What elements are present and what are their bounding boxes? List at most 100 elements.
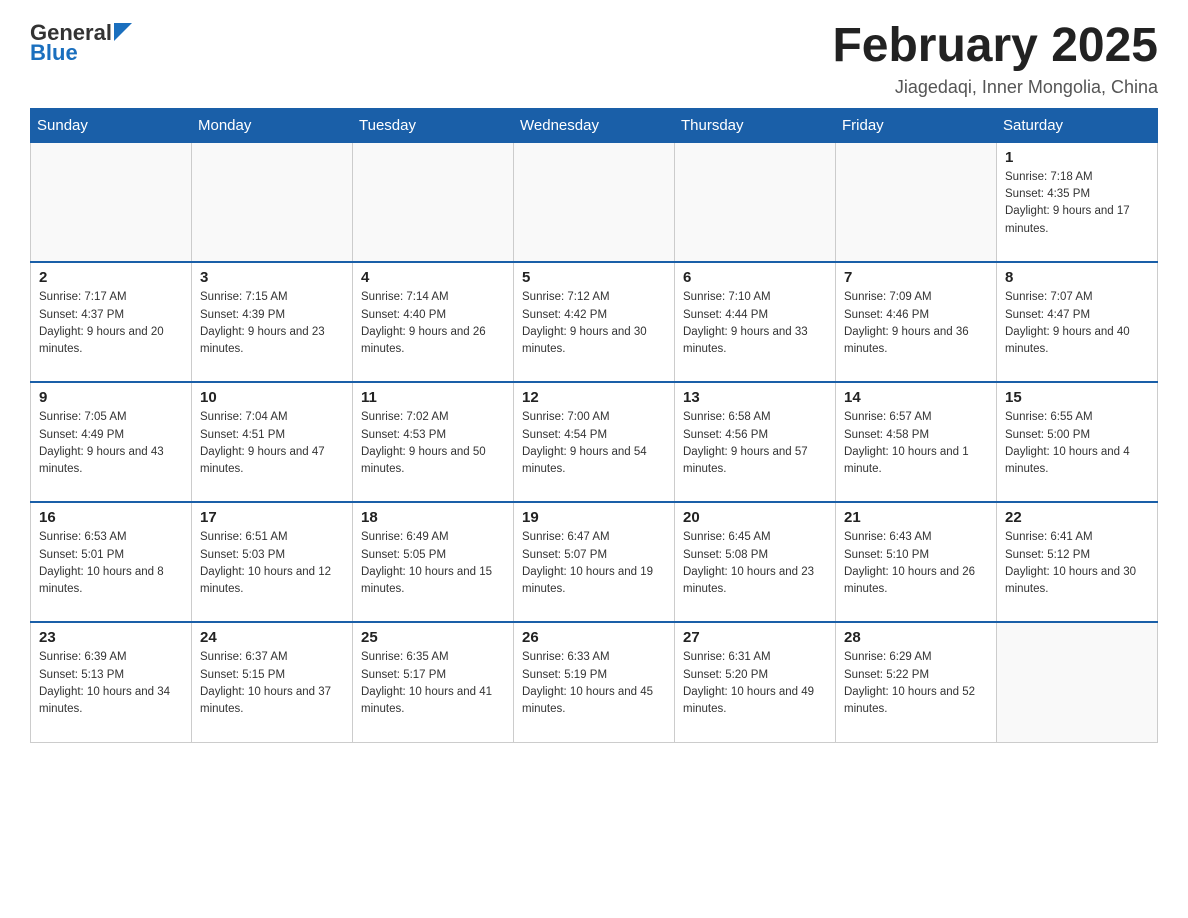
calendar-week-row-1: 2 Sunrise: 7:17 AMSunset: 4:37 PMDaylight…	[31, 262, 1158, 382]
calendar-cell: 27 Sunrise: 6:31 AMSunset: 5:20 PMDayligh…	[675, 622, 836, 742]
day-info: Sunrise: 7:18 AMSunset: 4:35 PMDaylight:…	[1005, 169, 1149, 238]
day-number: 20	[683, 509, 827, 526]
calendar-week-row-2: 9 Sunrise: 7:05 AMSunset: 4:49 PMDaylight…	[31, 382, 1158, 502]
day-info: Sunrise: 6:49 AMSunset: 5:05 PMDaylight:…	[361, 529, 505, 598]
calendar-cell: 5 Sunrise: 7:12 AMSunset: 4:42 PMDaylight…	[514, 262, 675, 382]
page-header: General Blue February 2025 Jiagedaqi, In…	[30, 20, 1158, 98]
calendar-cell	[836, 142, 997, 262]
calendar-cell: 10 Sunrise: 7:04 AMSunset: 4:51 PMDayligh…	[192, 382, 353, 502]
day-info: Sunrise: 6:58 AMSunset: 4:56 PMDaylight:…	[683, 409, 827, 478]
day-number: 19	[522, 509, 666, 526]
day-number: 4	[361, 269, 505, 286]
day-info: Sunrise: 7:17 AMSunset: 4:37 PMDaylight:…	[39, 289, 183, 358]
calendar-cell: 17 Sunrise: 6:51 AMSunset: 5:03 PMDayligh…	[192, 502, 353, 622]
month-title: February 2025	[832, 20, 1158, 73]
calendar-header-thursday: Thursday	[675, 108, 836, 142]
day-info: Sunrise: 7:00 AMSunset: 4:54 PMDaylight:…	[522, 409, 666, 478]
day-number: 23	[39, 629, 183, 646]
calendar-cell	[514, 142, 675, 262]
calendar-header-monday: Monday	[192, 108, 353, 142]
calendar-cell: 28 Sunrise: 6:29 AMSunset: 5:22 PMDayligh…	[836, 622, 997, 742]
calendar-table: SundayMondayTuesdayWednesdayThursdayFrid…	[30, 108, 1158, 743]
day-number: 13	[683, 389, 827, 406]
logo-arrow-icon	[114, 23, 132, 41]
day-number: 15	[1005, 389, 1149, 406]
calendar-cell: 18 Sunrise: 6:49 AMSunset: 5:05 PMDayligh…	[353, 502, 514, 622]
day-info: Sunrise: 6:41 AMSunset: 5:12 PMDaylight:…	[1005, 529, 1149, 598]
day-info: Sunrise: 6:51 AMSunset: 5:03 PMDaylight:…	[200, 529, 344, 598]
title-section: February 2025 Jiagedaqi, Inner Mongolia,…	[832, 20, 1158, 98]
calendar-cell: 22 Sunrise: 6:41 AMSunset: 5:12 PMDayligh…	[997, 502, 1158, 622]
day-number: 27	[683, 629, 827, 646]
calendar-week-row-4: 23 Sunrise: 6:39 AMSunset: 5:13 PMDayligh…	[31, 622, 1158, 742]
calendar-cell: 1 Sunrise: 7:18 AMSunset: 4:35 PMDaylight…	[997, 142, 1158, 262]
day-number: 5	[522, 269, 666, 286]
calendar-header-wednesday: Wednesday	[514, 108, 675, 142]
day-info: Sunrise: 6:53 AMSunset: 5:01 PMDaylight:…	[39, 529, 183, 598]
calendar-cell: 12 Sunrise: 7:00 AMSunset: 4:54 PMDayligh…	[514, 382, 675, 502]
day-info: Sunrise: 6:33 AMSunset: 5:19 PMDaylight:…	[522, 649, 666, 718]
calendar-header-tuesday: Tuesday	[353, 108, 514, 142]
day-number: 2	[39, 269, 183, 286]
logo: General Blue	[30, 20, 132, 66]
day-info: Sunrise: 7:05 AMSunset: 4:49 PMDaylight:…	[39, 409, 183, 478]
calendar-cell: 9 Sunrise: 7:05 AMSunset: 4:49 PMDaylight…	[31, 382, 192, 502]
day-number: 18	[361, 509, 505, 526]
logo-blue: Blue	[30, 40, 78, 66]
day-number: 12	[522, 389, 666, 406]
day-number: 25	[361, 629, 505, 646]
calendar-cell	[997, 622, 1158, 742]
day-number: 8	[1005, 269, 1149, 286]
day-info: Sunrise: 7:14 AMSunset: 4:40 PMDaylight:…	[361, 289, 505, 358]
day-info: Sunrise: 7:10 AMSunset: 4:44 PMDaylight:…	[683, 289, 827, 358]
day-info: Sunrise: 6:47 AMSunset: 5:07 PMDaylight:…	[522, 529, 666, 598]
calendar-cell: 4 Sunrise: 7:14 AMSunset: 4:40 PMDaylight…	[353, 262, 514, 382]
day-info: Sunrise: 6:45 AMSunset: 5:08 PMDaylight:…	[683, 529, 827, 598]
calendar-header-row: SundayMondayTuesdayWednesdayThursdayFrid…	[31, 108, 1158, 142]
day-info: Sunrise: 7:12 AMSunset: 4:42 PMDaylight:…	[522, 289, 666, 358]
day-info: Sunrise: 6:29 AMSunset: 5:22 PMDaylight:…	[844, 649, 988, 718]
calendar-cell	[675, 142, 836, 262]
calendar-cell: 14 Sunrise: 6:57 AMSunset: 4:58 PMDayligh…	[836, 382, 997, 502]
day-info: Sunrise: 6:31 AMSunset: 5:20 PMDaylight:…	[683, 649, 827, 718]
calendar-cell	[353, 142, 514, 262]
day-info: Sunrise: 6:39 AMSunset: 5:13 PMDaylight:…	[39, 649, 183, 718]
calendar-cell: 8 Sunrise: 7:07 AMSunset: 4:47 PMDaylight…	[997, 262, 1158, 382]
calendar-cell: 15Sunrise: 6:55 AMSunset: 5:00 PMDayligh…	[997, 382, 1158, 502]
day-number: 6	[683, 269, 827, 286]
calendar-cell: 16Sunrise: 6:53 AMSunset: 5:01 PMDayligh…	[31, 502, 192, 622]
day-number: 10	[200, 389, 344, 406]
day-number: 14	[844, 389, 988, 406]
calendar-cell: 7 Sunrise: 7:09 AMSunset: 4:46 PMDaylight…	[836, 262, 997, 382]
calendar-cell: 26 Sunrise: 6:33 AMSunset: 5:19 PMDayligh…	[514, 622, 675, 742]
day-number: 11	[361, 389, 505, 406]
day-info: Sunrise: 7:02 AMSunset: 4:53 PMDaylight:…	[361, 409, 505, 478]
calendar-week-row-0: 1 Sunrise: 7:18 AMSunset: 4:35 PMDaylight…	[31, 142, 1158, 262]
calendar-header-saturday: Saturday	[997, 108, 1158, 142]
calendar-cell: 20 Sunrise: 6:45 AMSunset: 5:08 PMDayligh…	[675, 502, 836, 622]
calendar-cell: 21Sunrise: 6:43 AMSunset: 5:10 PMDayligh…	[836, 502, 997, 622]
day-number: 17	[200, 509, 344, 526]
calendar-cell: 24 Sunrise: 6:37 AMSunset: 5:15 PMDayligh…	[192, 622, 353, 742]
day-info: Sunrise: 7:07 AMSunset: 4:47 PMDaylight:…	[1005, 289, 1149, 358]
day-number: 7	[844, 269, 988, 286]
day-info: Sunrise: 7:04 AMSunset: 4:51 PMDaylight:…	[200, 409, 344, 478]
day-number: 26	[522, 629, 666, 646]
calendar-cell: 3Sunrise: 7:15 AMSunset: 4:39 PMDaylight…	[192, 262, 353, 382]
day-info: Sunrise: 7:09 AMSunset: 4:46 PMDaylight:…	[844, 289, 988, 358]
calendar-cell: 6 Sunrise: 7:10 AMSunset: 4:44 PMDaylight…	[675, 262, 836, 382]
day-number: 9	[39, 389, 183, 406]
day-number: 24	[200, 629, 344, 646]
calendar-header-sunday: Sunday	[31, 108, 192, 142]
calendar-cell: 19 Sunrise: 6:47 AMSunset: 5:07 PMDayligh…	[514, 502, 675, 622]
day-number: 28	[844, 629, 988, 646]
location: Jiagedaqi, Inner Mongolia, China	[832, 77, 1158, 98]
day-info: Sunrise: 7:15 AMSunset: 4:39 PMDaylight:…	[200, 289, 344, 358]
calendar-header-friday: Friday	[836, 108, 997, 142]
day-number: 1	[1005, 149, 1149, 166]
day-info: Sunrise: 6:35 AMSunset: 5:17 PMDaylight:…	[361, 649, 505, 718]
day-number: 22	[1005, 509, 1149, 526]
day-info: Sunrise: 6:37 AMSunset: 5:15 PMDaylight:…	[200, 649, 344, 718]
day-info: Sunrise: 6:57 AMSunset: 4:58 PMDaylight:…	[844, 409, 988, 478]
calendar-cell	[192, 142, 353, 262]
